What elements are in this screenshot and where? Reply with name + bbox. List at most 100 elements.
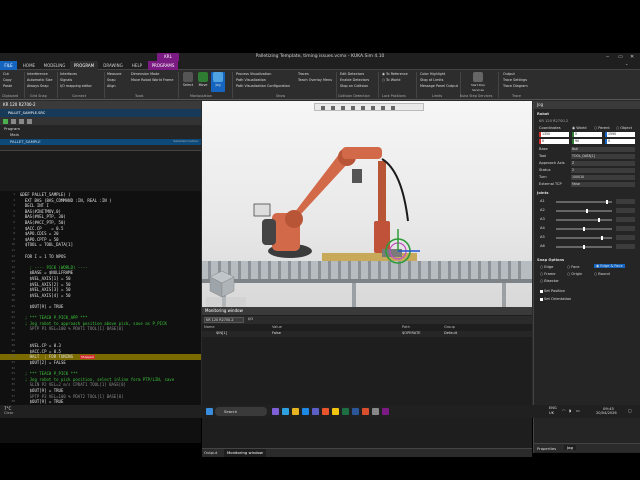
always-snap-toggle[interactable]: Always Snap: [27, 84, 49, 88]
3d-viewport[interactable]: [202, 101, 532, 307]
projection-icon[interactable]: [381, 105, 385, 110]
coord-world-radio[interactable]: ◉ World: [572, 126, 587, 130]
tab-home[interactable]: HOME: [19, 61, 39, 70]
joint-value-field[interactable]: [616, 226, 635, 231]
to-world-radio[interactable]: ○ To World: [382, 78, 400, 82]
kuka-sim-icon[interactable]: [382, 408, 389, 415]
joint-slider[interactable]: [556, 226, 612, 231]
joint-slider-knob[interactable]: [605, 199, 608, 204]
notifications-icon[interactable]: ▢: [628, 408, 632, 413]
sticky-notes-icon[interactable]: [332, 408, 339, 415]
file-explorer-icon[interactable]: [292, 408, 299, 415]
enable-detectors-toggle[interactable]: Enable Detectors: [340, 78, 369, 82]
interference-toggle[interactable]: Interference: [27, 72, 48, 76]
play-icon[interactable]: [3, 118, 8, 124]
start-stop-services-button[interactable]: Start Stop Services: [468, 72, 488, 92]
set-orientation-checkbox[interactable]: Set Orientation: [540, 297, 571, 301]
align-button[interactable]: Align: [107, 84, 116, 88]
interfaces-button[interactable]: Interfaces: [60, 72, 77, 76]
edit-detectors-button[interactable]: Edit Detectors: [340, 72, 364, 76]
automatic-size-toggle[interactable]: Automatic Size: [27, 78, 52, 82]
collapse-ribbon-icon[interactable]: ⌃: [625, 63, 628, 68]
process-visualization-dropdown[interactable]: Process Visualization: [236, 72, 271, 76]
battery-icon[interactable]: ▭: [576, 408, 580, 413]
trace-settings-button[interactable]: Trace Settings: [503, 78, 527, 82]
joint-slider[interactable]: [556, 235, 612, 240]
tab-file[interactable]: FILE: [0, 61, 17, 70]
tab-drawing[interactable]: DRAWING: [100, 61, 126, 70]
settings-icon[interactable]: [372, 408, 379, 415]
snap-face-radio[interactable]: ○ Face: [567, 265, 579, 269]
windows-start-icon[interactable]: [206, 408, 213, 415]
lighting-icon[interactable]: [391, 105, 395, 110]
step-icon[interactable]: [19, 118, 24, 124]
joint-value-field[interactable]: [616, 199, 635, 204]
snap-frame-radio[interactable]: ○ Frame: [540, 272, 555, 276]
dimension-mode-button[interactable]: Dimension Mode: [131, 72, 159, 76]
tab-jog[interactable]: Jog: [564, 445, 576, 450]
joint-slider[interactable]: [556, 199, 612, 204]
turn-field[interactable]: 100010: [571, 175, 635, 180]
b-field[interactable]: 90: [572, 139, 602, 144]
tool-select[interactable]: TOOL_DATA[1]: [571, 154, 635, 159]
word-icon[interactable]: [352, 408, 359, 415]
x-field[interactable]: 1350: [539, 132, 569, 137]
base-select[interactable]: Null: [571, 147, 635, 152]
tree-main[interactable]: Main: [10, 132, 19, 137]
approach-axis-select[interactable]: Z: [571, 161, 635, 166]
zoom-fit-icon[interactable]: [331, 105, 335, 110]
trace-diagram-button[interactable]: Trace Diagram: [503, 84, 528, 88]
tab-properties[interactable]: Properties: [537, 446, 556, 451]
table-row[interactable]: $IN[1] False $OPERATE Default: [202, 331, 532, 337]
language-indicator[interactable]: ENG: [549, 406, 557, 410]
joint-value-field[interactable]: [616, 208, 635, 213]
coord-object-radio[interactable]: ○ Object: [616, 126, 632, 130]
tab-help[interactable]: HELP: [128, 61, 146, 70]
joint-value-field[interactable]: [616, 217, 635, 222]
jog-button[interactable]: Jog: [211, 72, 225, 92]
joint-value-field[interactable]: [616, 244, 635, 249]
close-button[interactable]: ✕: [630, 54, 634, 60]
edge-icon[interactable]: [282, 408, 289, 415]
teams-icon[interactable]: [312, 408, 319, 415]
a-field[interactable]: 0: [539, 139, 569, 144]
tab-program[interactable]: PROGRAM: [70, 61, 98, 70]
maximize-button[interactable]: ▭: [618, 54, 623, 60]
tree-program[interactable]: Program: [4, 126, 20, 131]
joint-slider[interactable]: [556, 244, 612, 249]
search-box[interactable]: Search: [215, 407, 267, 416]
viewport-toolbar[interactable]: [314, 103, 424, 111]
wifi-icon[interactable]: ◠: [562, 408, 566, 413]
grid-icon[interactable]: [371, 105, 375, 110]
y-field[interactable]: 0: [572, 132, 602, 137]
color-highlight-toggle[interactable]: Color Highlight: [420, 72, 445, 76]
cut-button[interactable]: Cut: [3, 72, 9, 76]
joint-value-field[interactable]: [616, 235, 635, 240]
copy-button[interactable]: Copy: [3, 78, 12, 82]
set-position-checkbox[interactable]: Set Position: [540, 289, 565, 293]
robot-select[interactable]: KR 120 R2700-2: [204, 317, 244, 323]
outlook-icon[interactable]: [302, 408, 309, 415]
snap-origin-radio[interactable]: ○ Origin: [567, 272, 582, 276]
render-mode-icon[interactable]: [361, 105, 365, 110]
minimize-button[interactable]: ‒: [606, 54, 609, 60]
program-file-tab[interactable]: PALLET_SAMPLE.SRC: [0, 109, 201, 117]
joint-slider-knob[interactable]: [583, 226, 585, 231]
move-button[interactable]: Move: [196, 72, 210, 92]
tab-monitoring-window[interactable]: Monitoring window: [224, 449, 266, 457]
view-mode-icon[interactable]: [341, 105, 345, 110]
office-icon[interactable]: [322, 408, 329, 415]
snap-edge-face-radio[interactable]: ◉ Edge & Face: [594, 264, 625, 268]
snap-bisector-radio[interactable]: ○ Bisector: [540, 279, 559, 283]
joint-slider-knob[interactable]: [600, 235, 603, 240]
stop-at-limits-toggle[interactable]: Stop at Limits: [420, 78, 443, 82]
joint-slider[interactable]: [556, 208, 612, 213]
paste-button[interactable]: Paste: [3, 84, 12, 88]
code-line[interactable]: 38 $OUT[9] = TRUE: [0, 399, 201, 405]
coord-parent-radio[interactable]: ○ Parent: [594, 126, 610, 130]
to-reference-radio[interactable]: ◉ To Reference: [382, 72, 408, 76]
view-home-icon[interactable]: [321, 105, 325, 110]
volume-icon[interactable]: ◗: [569, 408, 571, 413]
signals-button[interactable]: Signals: [60, 78, 72, 82]
io-mapping-editor-button[interactable]: I/O mapping editor: [60, 84, 92, 88]
